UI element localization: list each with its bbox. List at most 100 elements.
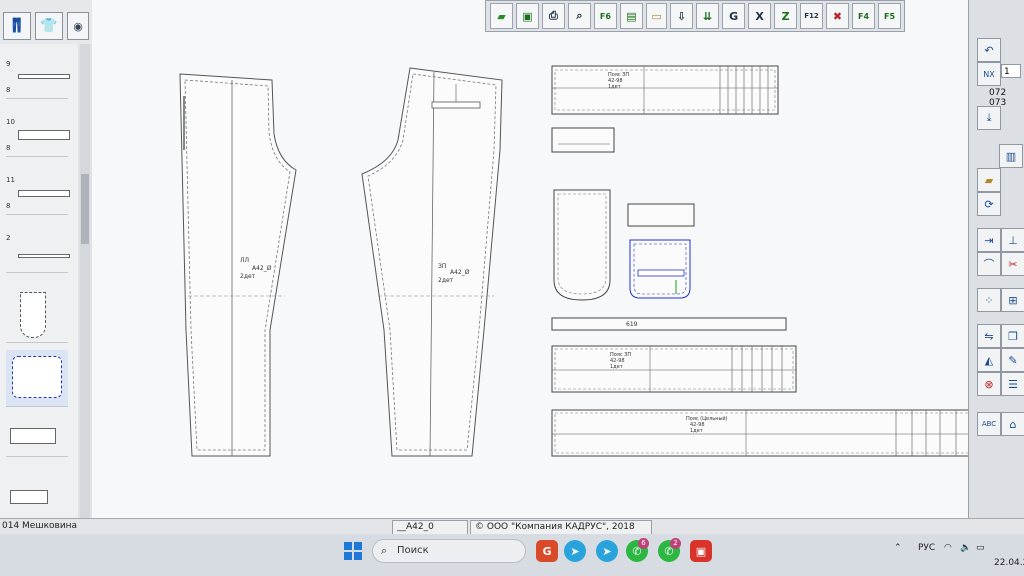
piece-thumb-selected[interactable] — [6, 350, 68, 407]
table-f12-icon: F12 — [804, 12, 819, 20]
piece-thumb-11[interactable]: 11 8 — [6, 174, 70, 215]
label-piece[interactable] — [551, 127, 615, 153]
facing-piece[interactable] — [627, 203, 695, 227]
model-icon-button[interactable]: 👖 — [3, 12, 31, 40]
z-f11-button[interactable]: Z — [774, 3, 798, 29]
screen: 👖 👕 ◉ 9 8 10 8 11 8 2 ЛЛ A42_Ø 2дет ЗП A… — [0, 0, 1024, 576]
cad-app-button[interactable]: ▣ — [690, 540, 712, 562]
thumb-art — [10, 490, 48, 504]
panel-top-tools: 👖 👕 ◉ — [0, 0, 92, 44]
list-scrollbar[interactable] — [80, 44, 90, 518]
belt-piece-1[interactable]: Пояс ЗП 42-98 1дет — [551, 65, 779, 115]
text-icon: ABC — [981, 420, 997, 428]
pattern-canvas[interactable]: ЛЛ A42_Ø 2дет ЗП A42_Ø 2дет Пояс ЗП 42-9… — [92, 0, 968, 518]
piece-thumb-9[interactable]: 9 8 — [6, 58, 70, 99]
f6-button[interactable]: F6 — [593, 3, 617, 29]
piece-thumb-10[interactable]: 10 8 — [6, 116, 70, 157]
x-button[interactable]: X — [748, 3, 772, 29]
print-button[interactable]: ⎙ — [541, 3, 565, 29]
main-toolbar: ▰ ▣ ⎙ ⌕ F6 ▤ ▭ ⇩ ⇊ G X Z F12 ✖ F4 F5 — [485, 0, 905, 32]
scroll-thumb[interactable] — [81, 174, 89, 244]
delete-point-button[interactable]: ⊗ — [977, 372, 1001, 396]
zoom-button[interactable]: ⌕ — [567, 3, 591, 29]
piece-thumb-label[interactable] — [6, 416, 68, 457]
pocket-bag-piece[interactable] — [553, 189, 611, 301]
ruler-button[interactable]: ▭ — [645, 3, 668, 29]
app-g-button[interactable]: G — [536, 540, 558, 562]
undo-button[interactable]: ↶ — [977, 38, 1001, 62]
clock-date[interactable]: 22.04.2 — [994, 558, 1024, 568]
language-indicator[interactable]: РУС — [918, 543, 935, 553]
status-bar: 014 Мешковина __A42_0 © ООО "Компания КА… — [0, 518, 1024, 535]
tray-chevron-icon[interactable]: ⌃ — [894, 543, 902, 553]
piece-list-panel: 👖 👕 ◉ 9 8 10 8 11 8 2 — [0, 0, 93, 518]
step-field[interactable]: 1 — [1001, 64, 1021, 78]
list-button[interactable]: ☰ — [1001, 372, 1024, 396]
model-alt-icon-button[interactable]: 👕 — [35, 12, 63, 40]
move-all-down-button[interactable]: ⇊ — [696, 3, 720, 29]
move-down-button[interactable]: ⇩ — [670, 3, 694, 29]
front-piece-name: ЛЛ — [240, 257, 249, 264]
table-f12-button[interactable]: F12 — [800, 3, 824, 29]
belt-piece-3[interactable]: Пояс (Цельный) 42-98 1дет — [551, 409, 968, 457]
search-box[interactable]: ⌕ Поиск — [372, 539, 526, 563]
telegram-icon: ➤ — [602, 544, 612, 558]
windows-icon — [344, 542, 362, 560]
thumb-art — [18, 130, 70, 140]
battery-icon[interactable]: ▭ — [976, 543, 985, 553]
nx-button[interactable]: NX — [977, 62, 1001, 86]
code-readout: 072 073 — [989, 88, 1007, 108]
belt-piece-2[interactable]: Пояс ЗП 42-98 1дет — [551, 345, 797, 393]
volume-icon[interactable]: 🔈 — [960, 543, 971, 553]
start-button[interactable] — [344, 542, 362, 560]
dart-icon: ◭ — [984, 353, 994, 367]
text-button[interactable]: ABC — [977, 412, 1001, 436]
curve-icon: ⌒ — [983, 258, 995, 271]
piece-thumb-last[interactable] — [6, 476, 68, 510]
fabric-button[interactable]: ▰ — [977, 168, 1001, 192]
selected-pocket-piece[interactable] — [629, 239, 691, 299]
piece-thumbnails-list[interactable]: 9 8 10 8 11 8 2 — [0, 44, 78, 518]
list-icon: ☰ — [1008, 377, 1018, 391]
garment-alt-icon: 👕 — [40, 18, 58, 34]
mirror-button[interactable]: ⇋ — [977, 324, 1001, 348]
thumb-number: 9 — [6, 60, 11, 68]
f5-button[interactable]: F5 — [878, 3, 901, 29]
align-button[interactable]: ⊥ — [1001, 228, 1024, 252]
g-button[interactable]: G — [722, 3, 746, 29]
thumb-art — [20, 292, 46, 338]
measure-button[interactable]: ⇥ — [977, 228, 1001, 252]
book-icon: ▤ — [626, 9, 637, 23]
edit-button[interactable]: ✎ — [1001, 348, 1024, 372]
book-button[interactable]: ▤ — [619, 3, 643, 29]
whatsapp-badge: 6 — [638, 538, 649, 549]
belt2-qty: 1дет — [610, 364, 623, 370]
curve-button[interactable]: ⌒ — [977, 252, 1001, 276]
copyright-text: © ООО "Компания КАДРУС", 2018 — [475, 522, 635, 532]
piece-thumb-pocket[interactable] — [6, 288, 68, 343]
grid-button[interactable]: ⊞ — [1001, 288, 1024, 312]
right-toolbar: ↶ NX 1 072 073 ⤓ ▥ ▰ ⟳ ⇥ ⊥ ⌒ ✂ ⁘ ⊞ ⇋ ❐ ◭… — [968, 0, 1024, 518]
telegram-button[interactable]: ➤ — [564, 540, 586, 562]
piece-thumb-2[interactable]: 2 — [6, 232, 70, 273]
size-code-box: __A42_0 — [392, 520, 468, 535]
telegram2-button[interactable]: ➤ — [596, 540, 618, 562]
wifi-icon[interactable]: ◠ — [944, 543, 952, 553]
dart-button[interactable]: ◭ — [977, 348, 1001, 372]
import-button[interactable]: ⤓ — [977, 106, 1001, 130]
rotate-button[interactable]: ⟳ — [977, 192, 1001, 216]
strip-piece[interactable]: 619 — [551, 317, 787, 331]
tag-button[interactable]: ⌂ — [1001, 412, 1024, 436]
points-button[interactable]: ⁘ — [977, 288, 1001, 312]
copy-button[interactable]: ❐ — [1001, 324, 1024, 348]
delete-rows-button[interactable]: ✖ — [826, 3, 850, 29]
pieces-icon: ▥ — [1005, 149, 1017, 163]
front-piece-qty: 2дет — [240, 273, 256, 280]
visibility-toggle-button[interactable]: ◉ — [67, 12, 89, 40]
pieces-button[interactable]: ▥ — [999, 144, 1023, 168]
cut-button[interactable]: ✂ — [1001, 252, 1024, 276]
g-app-icon: G — [542, 544, 552, 558]
f4-button[interactable]: F4 — [852, 3, 876, 29]
save-button[interactable]: ▣ — [515, 3, 539, 29]
open-button[interactable]: ▰ — [490, 3, 513, 29]
